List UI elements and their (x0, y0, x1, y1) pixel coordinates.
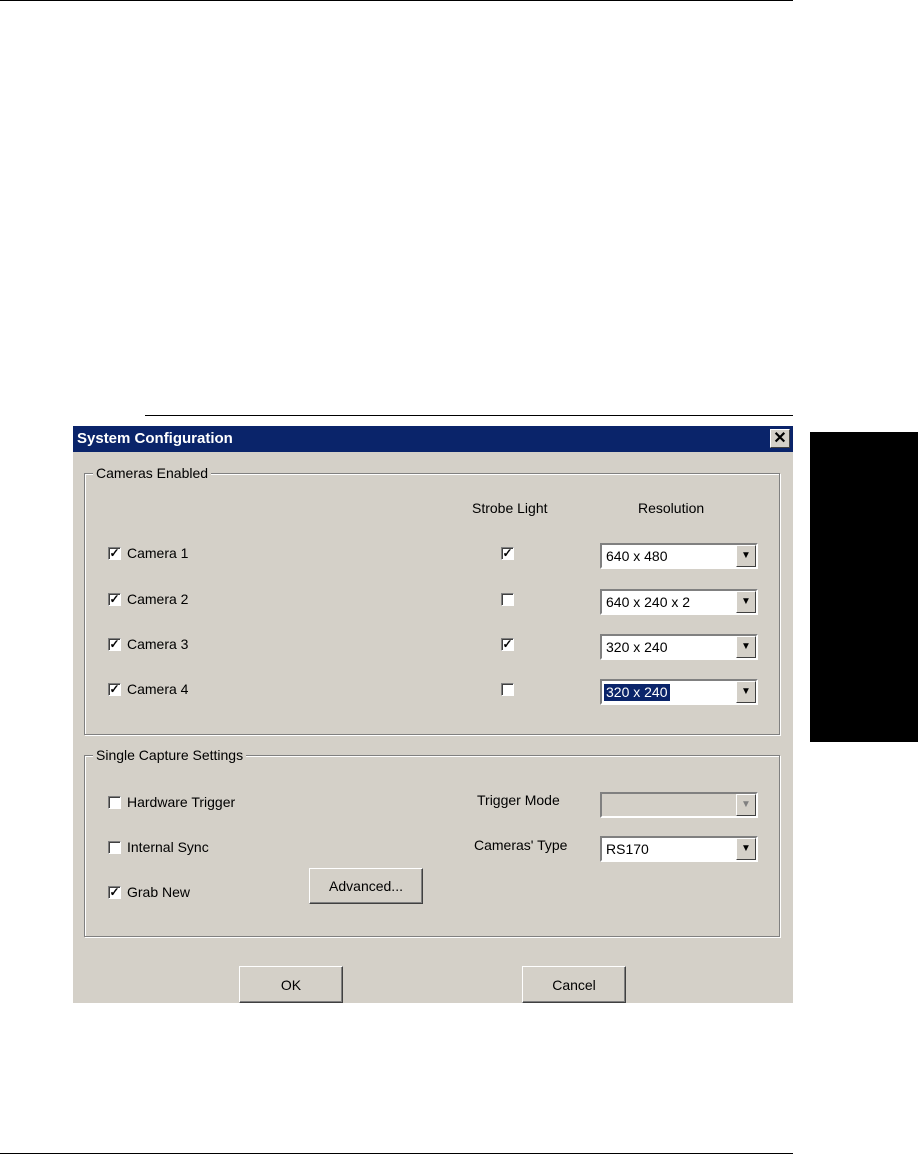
cameras-type-value: RS170 (606, 841, 649, 857)
trigger-mode-label: Trigger Mode (477, 792, 560, 808)
trigger-mode-value (604, 797, 608, 814)
title-bar[interactable]: System Configuration ✕ (73, 426, 793, 452)
camera-4-strobe-checkbox[interactable] (501, 683, 514, 696)
ok-button[interactable]: OK (239, 966, 343, 1003)
chevron-down-icon[interactable]: ▼ (736, 636, 756, 658)
hardware-trigger-checkbox[interactable] (108, 796, 121, 809)
camera-1-strobe-checkbox[interactable] (501, 547, 514, 560)
cancel-button[interactable]: Cancel (522, 966, 626, 1003)
grab-new-label: Grab New (127, 884, 191, 900)
camera-4-checkbox[interactable] (108, 683, 121, 696)
advanced-button[interactable]: Advanced... (309, 868, 423, 904)
camera-2-checkbox[interactable] (108, 593, 121, 606)
camera-4-resolution-value: 320 x 240 (603, 683, 671, 702)
camera-2-resolution-select[interactable]: 640 x 240 x 2 ▼ (600, 589, 758, 615)
close-icon: ✕ (773, 430, 787, 447)
camera-2-strobe-checkbox[interactable] (501, 593, 514, 606)
section-rule (145, 415, 793, 416)
dialog-title: System Configuration (77, 430, 233, 447)
camera-3-resolution-select[interactable]: 320 x 240 ▼ (600, 634, 758, 660)
hardware-trigger-label: Hardware Trigger (127, 794, 236, 810)
camera-3-strobe-checkbox[interactable] (501, 638, 514, 651)
camera-1-label: Camera 1 (127, 545, 189, 561)
chevron-down-icon[interactable]: ▼ (736, 681, 756, 703)
camera-3-label: Camera 3 (127, 636, 189, 652)
camera-3-checkbox[interactable] (108, 638, 121, 651)
close-button[interactable]: ✕ (770, 429, 790, 448)
chevron-down-icon[interactable]: ▼ (736, 838, 756, 860)
camera-1-resolution-select[interactable]: 640 x 480 ▼ (600, 543, 758, 569)
grab-new-checkbox[interactable] (108, 886, 121, 899)
strobe-light-header: Strobe Light (472, 500, 548, 516)
internal-sync-label: Internal Sync (127, 839, 209, 855)
camera-4-resolution-select[interactable]: 320 x 240 ▼ (600, 679, 758, 705)
cameras-type-label: Cameras' Type (474, 837, 568, 853)
single-capture-settings-label: Single Capture Settings (93, 747, 247, 763)
trigger-mode-select[interactable]: ▼ (600, 792, 758, 818)
cameras-enabled-label: Cameras Enabled (93, 465, 212, 481)
cameras-type-select[interactable]: RS170 ▼ (600, 836, 758, 862)
camera-4-label: Camera 4 (127, 681, 189, 697)
internal-sync-checkbox[interactable] (108, 841, 121, 854)
camera-2-resolution-value: 640 x 240 x 2 (606, 594, 691, 610)
chevron-down-icon[interactable]: ▼ (736, 794, 756, 816)
system-configuration-dialog: System Configuration ✕ Cameras Enabled S… (73, 426, 793, 1003)
camera-1-resolution-value: 640 x 480 (606, 548, 668, 564)
chevron-down-icon[interactable]: ▼ (736, 545, 756, 567)
camera-1-checkbox[interactable] (108, 547, 121, 560)
chevron-down-icon[interactable]: ▼ (736, 591, 756, 613)
side-tab (810, 432, 918, 742)
camera-2-label: Camera 2 (127, 591, 189, 607)
camera-3-resolution-value: 320 x 240 (606, 639, 668, 655)
resolution-header: Resolution (638, 500, 705, 516)
top-rule (0, 0, 793, 1)
